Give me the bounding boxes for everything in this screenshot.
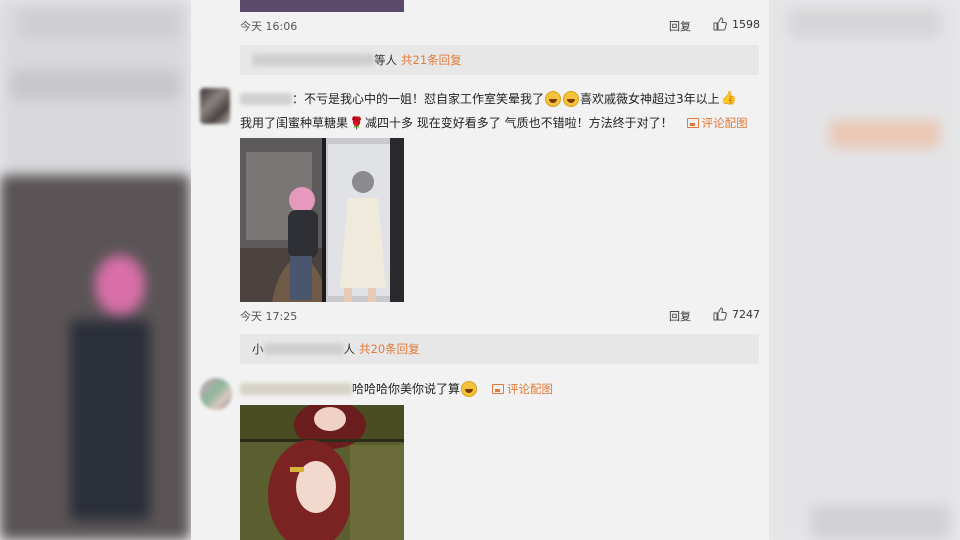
blurred-right-backdrop: [770, 0, 960, 540]
comment-picture-link[interactable]: 评论配图: [686, 115, 748, 131]
replies-summary[interactable]: 等人 共21条回复: [240, 45, 759, 75]
reply-count-link[interactable]: 共20条回复: [359, 341, 420, 357]
like-count: 1598: [732, 17, 760, 31]
comment-text: 喜欢戚薇女神超过3年以上: [580, 92, 720, 106]
comment-picture-link[interactable]: 评论配图: [492, 381, 553, 397]
picture-icon: [492, 383, 505, 394]
laughing-emoji-icon: [563, 90, 580, 107]
user-avatar[interactable]: [200, 88, 230, 124]
comment-text-line: 我用了闺蜜种草糖果 🌹 减四十多 现在变好看多了 气质也不错啦！方法终于对了！ …: [240, 114, 748, 131]
thumbs-up-icon: [713, 17, 727, 31]
reply-button[interactable]: 回复: [669, 18, 691, 34]
replies-summary[interactable]: 小 人 共20条回复: [240, 334, 759, 364]
comment-time: 今天 16:06: [240, 20, 298, 33]
mirror-selfie-photo: [240, 138, 404, 302]
comment-image-top-crop: [240, 0, 404, 12]
thumbs-up-emoji-icon: 👍: [720, 91, 737, 106]
comment-text: 我用了闺蜜种草糖果: [240, 116, 349, 130]
replies-suffix: 等人: [374, 53, 397, 67]
blurred-username: [263, 343, 344, 355]
comment-text: 哈哈哈你美你说了算: [352, 382, 461, 396]
reply-button[interactable]: 回复: [669, 308, 691, 324]
comment-feed: 今天 16:06 回复 1598 等人 共21条回复 ： 不亏是我心中的一姐！怼…: [191, 0, 769, 540]
laughing-emoji-icon: [461, 380, 478, 397]
comment-text: 减四十多 现在变好看多了 气质也不错啦！方法终于对了！: [364, 116, 673, 130]
rose-emoji-icon: 🌹: [349, 115, 364, 130]
blurred-username[interactable]: [240, 382, 352, 395]
reply-count-link[interactable]: 共21条回复: [401, 52, 462, 68]
like-count: 7247: [732, 307, 760, 321]
blurred-username: [252, 54, 374, 66]
comment-photo[interactable]: [240, 405, 404, 540]
blurred-left-backdrop: [0, 0, 190, 540]
comment-text-line: 哈哈哈你美你说了算 评论配图: [240, 380, 553, 397]
like-button[interactable]: 1598: [713, 17, 760, 31]
comment-text: 不亏是我心中的一姐！怼自家工作室笑晕我了: [304, 92, 545, 106]
portrait-collage-photo: [240, 405, 404, 540]
comment-photo[interactable]: [240, 138, 404, 302]
comment-text-line: ： 不亏是我心中的一姐！怼自家工作室笑晕我了 喜欢戚薇女神超过3年以上 👍: [240, 90, 738, 107]
like-button[interactable]: 7247: [713, 307, 760, 321]
user-avatar[interactable]: [200, 378, 232, 410]
picture-icon: [686, 117, 699, 128]
thumbs-up-icon: [713, 307, 727, 321]
laughing-emoji-icon: [545, 90, 562, 107]
replies-suffix: 人: [343, 342, 356, 356]
comment-time: 今天 17:25: [240, 310, 298, 323]
blurred-username[interactable]: [240, 92, 292, 105]
replies-prefix: 小: [252, 342, 264, 356]
